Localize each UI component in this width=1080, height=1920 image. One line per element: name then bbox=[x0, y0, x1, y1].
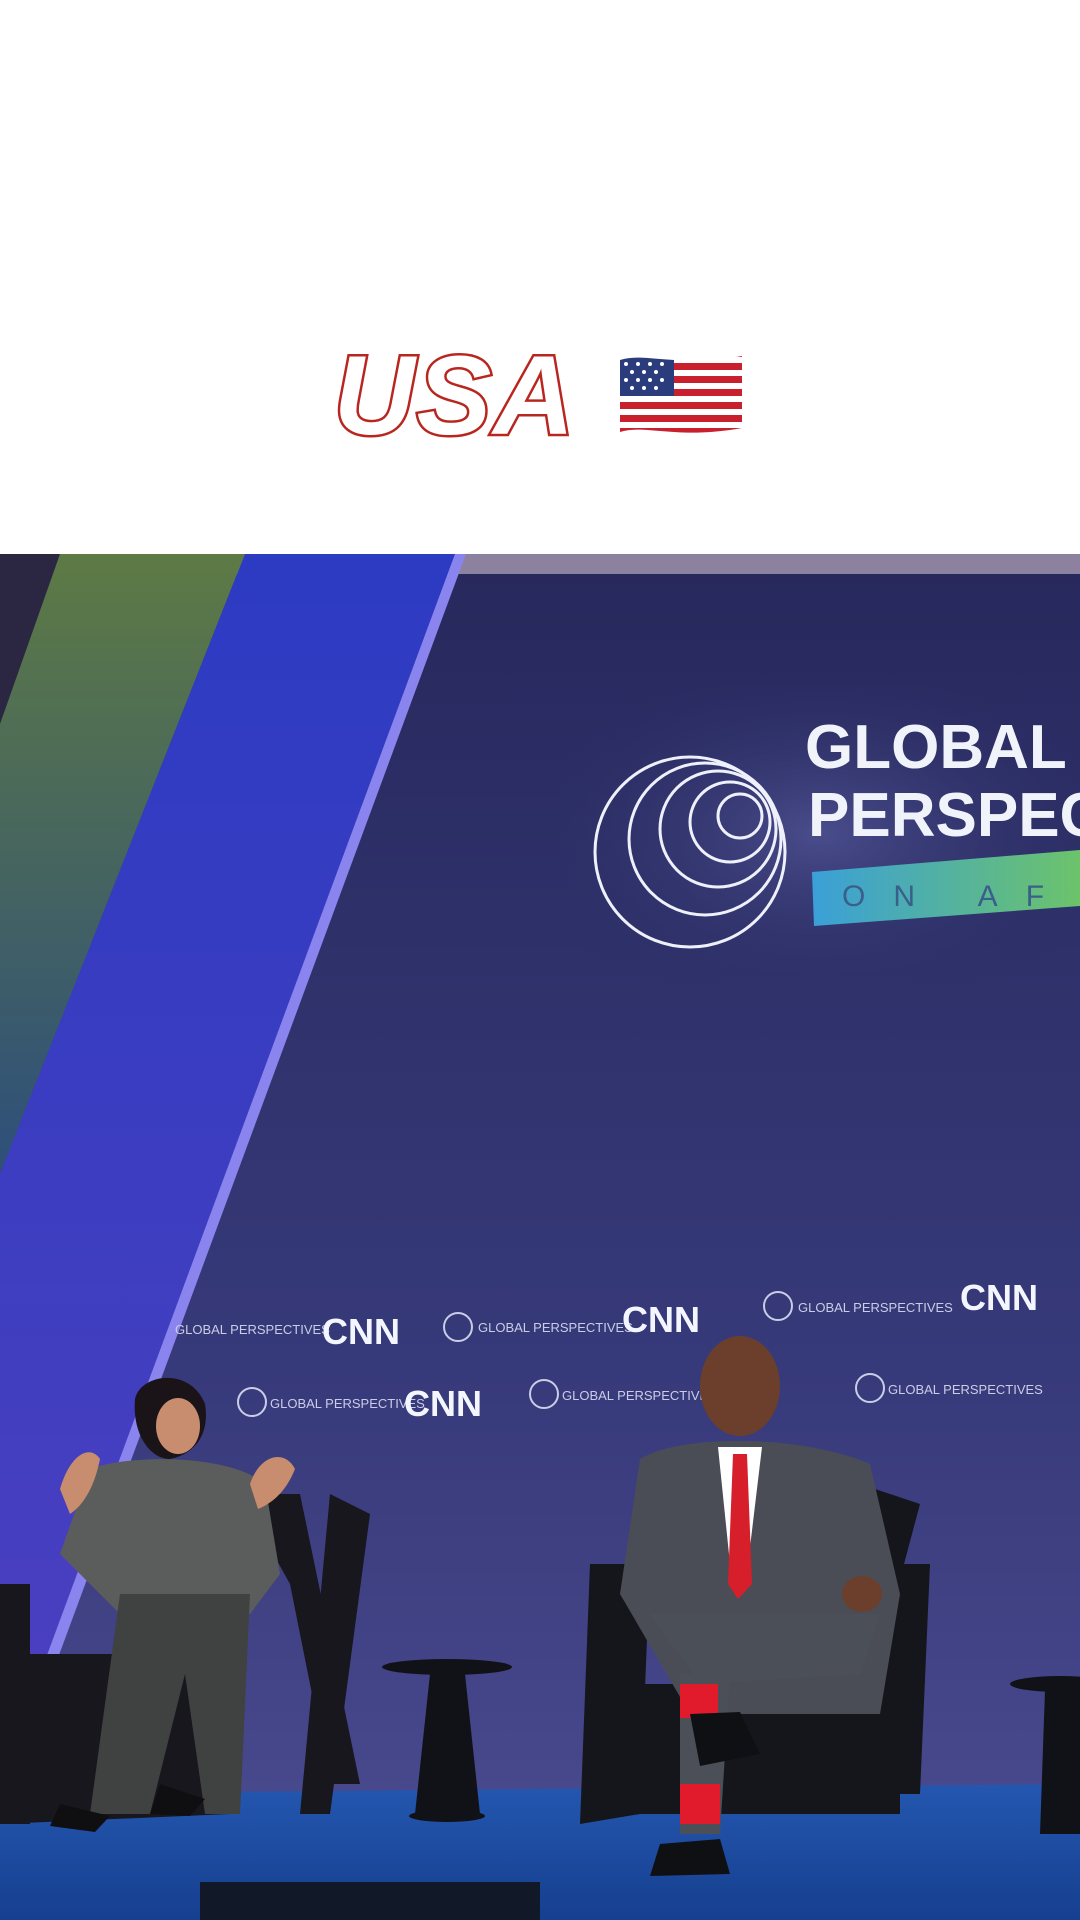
sponsor-small-2: GLOBAL PERSPECTIVES bbox=[478, 1320, 633, 1335]
sponsor-logo-1: CNN bbox=[322, 1311, 400, 1352]
us-flag-icon bbox=[616, 350, 746, 441]
sponsor-logo-2: CNN bbox=[622, 1299, 700, 1340]
sponsor-small-6: GLOBAL PERSPECTIVES bbox=[888, 1382, 1043, 1397]
sponsor-small-4: GLOBAL PERSPECTIVES bbox=[270, 1396, 425, 1411]
caption-text: USA bbox=[331, 330, 577, 460]
caption: USA bbox=[0, 320, 1080, 470]
sponsor-logo-4: CNN bbox=[404, 1383, 482, 1424]
sponsor-small-5: GLOBAL PERSPECTIVES bbox=[562, 1388, 717, 1403]
sponsor-logo-3: CNN bbox=[960, 1277, 1038, 1318]
sponsor-small-3: GLOBAL PERSPECTIVES bbox=[798, 1300, 953, 1315]
logo-line2: PERSPEC bbox=[808, 781, 1080, 850]
logo-tagline: ON AF bbox=[842, 880, 1072, 913]
stage-photo: GLOBAL PERSPEC ON AF GLOBAL PERSPECTIVES… bbox=[0, 554, 1080, 1920]
sponsor-small-1: GLOBAL PERSPECTIVES bbox=[175, 1322, 330, 1337]
logo-line1: GLOBAL bbox=[805, 713, 1067, 782]
